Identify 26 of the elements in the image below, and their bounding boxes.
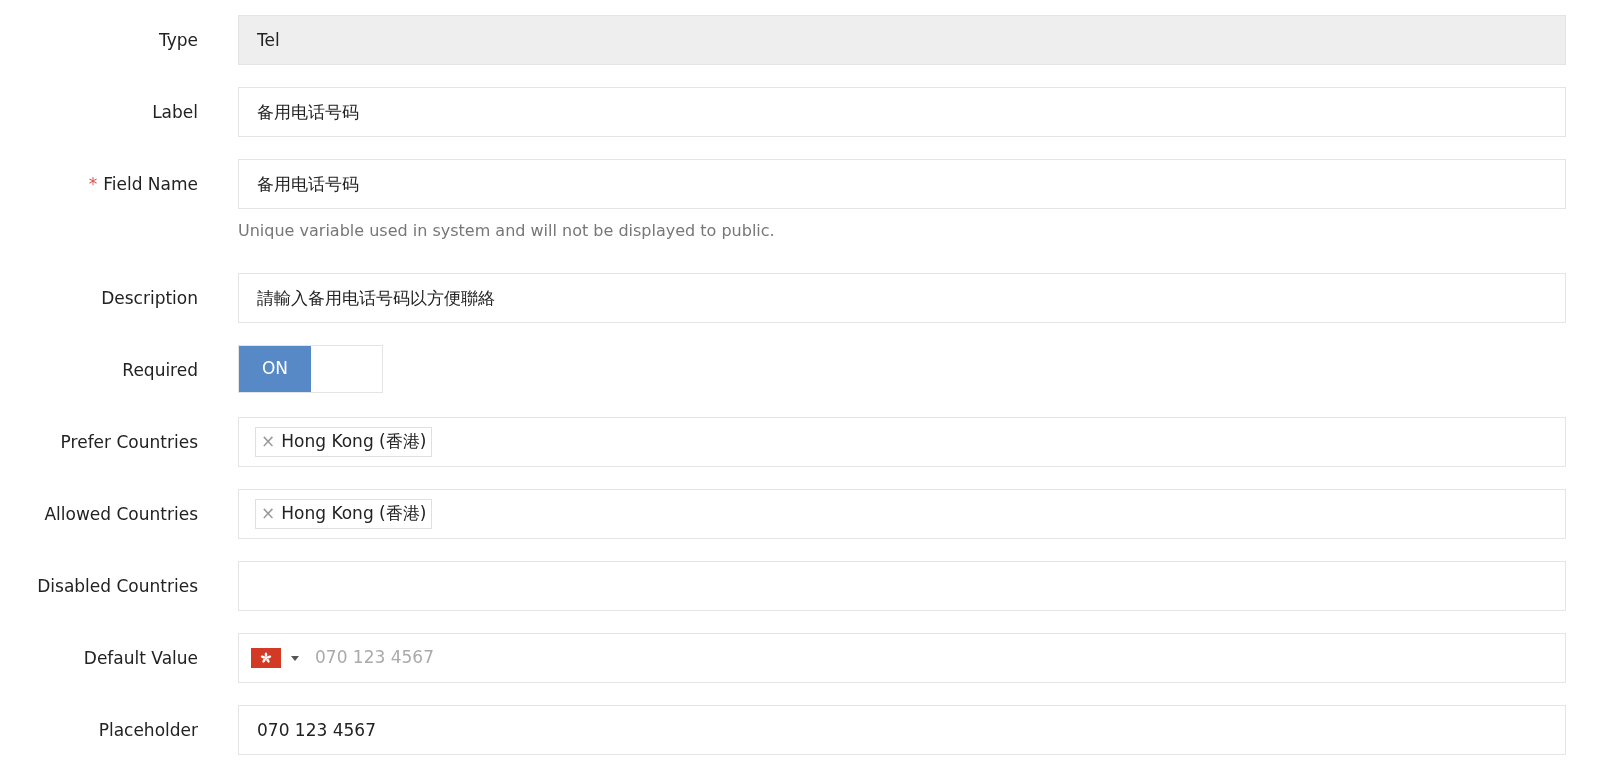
tag-input-field[interactable] xyxy=(238,561,1566,611)
caret-icon[interactable] xyxy=(291,655,299,661)
input-field[interactable]: 請輸入备用电话号码以方便聯絡 xyxy=(238,273,1566,323)
phone-number-input[interactable]: 070 123 4567 xyxy=(313,644,1547,672)
field-label: Description xyxy=(100,287,198,310)
help-text: Unique variable used in system and will not be displayed to public. xyxy=(238,220,776,242)
phone-field[interactable]: 070 123 4567 xyxy=(238,633,1566,683)
country-tag[interactable]: × Hong Kong (香港) xyxy=(255,427,433,457)
field-label: Default Value xyxy=(82,647,198,670)
readonly-field[interactable]: Tel xyxy=(238,15,1566,65)
field-label: Placeholder xyxy=(97,719,198,742)
toggle-switch[interactable]: ON xyxy=(238,345,383,393)
input-field[interactable]: 备用电话号码 xyxy=(238,159,1566,209)
tag-input-field[interactable]: × Hong Kong (香港) xyxy=(238,417,1566,467)
tag-input-field[interactable]: × Hong Kong (香港) xyxy=(238,489,1566,539)
input-field[interactable]: 备用电话号码 xyxy=(238,87,1566,137)
field-label: Disabled Countries xyxy=(36,575,198,598)
field-label: Label xyxy=(151,101,198,124)
country-tag[interactable]: × Hong Kong (香港) xyxy=(255,499,433,529)
input-field[interactable]: 070 123 4567 xyxy=(238,705,1566,755)
field-label: Prefer Countries xyxy=(59,431,198,454)
field-label: * Field Name xyxy=(87,173,198,196)
flag-icon[interactable] xyxy=(251,648,281,668)
field-label: Type xyxy=(157,29,198,52)
field-label: Allowed Countries xyxy=(43,503,198,526)
field-label: Required xyxy=(121,359,198,382)
